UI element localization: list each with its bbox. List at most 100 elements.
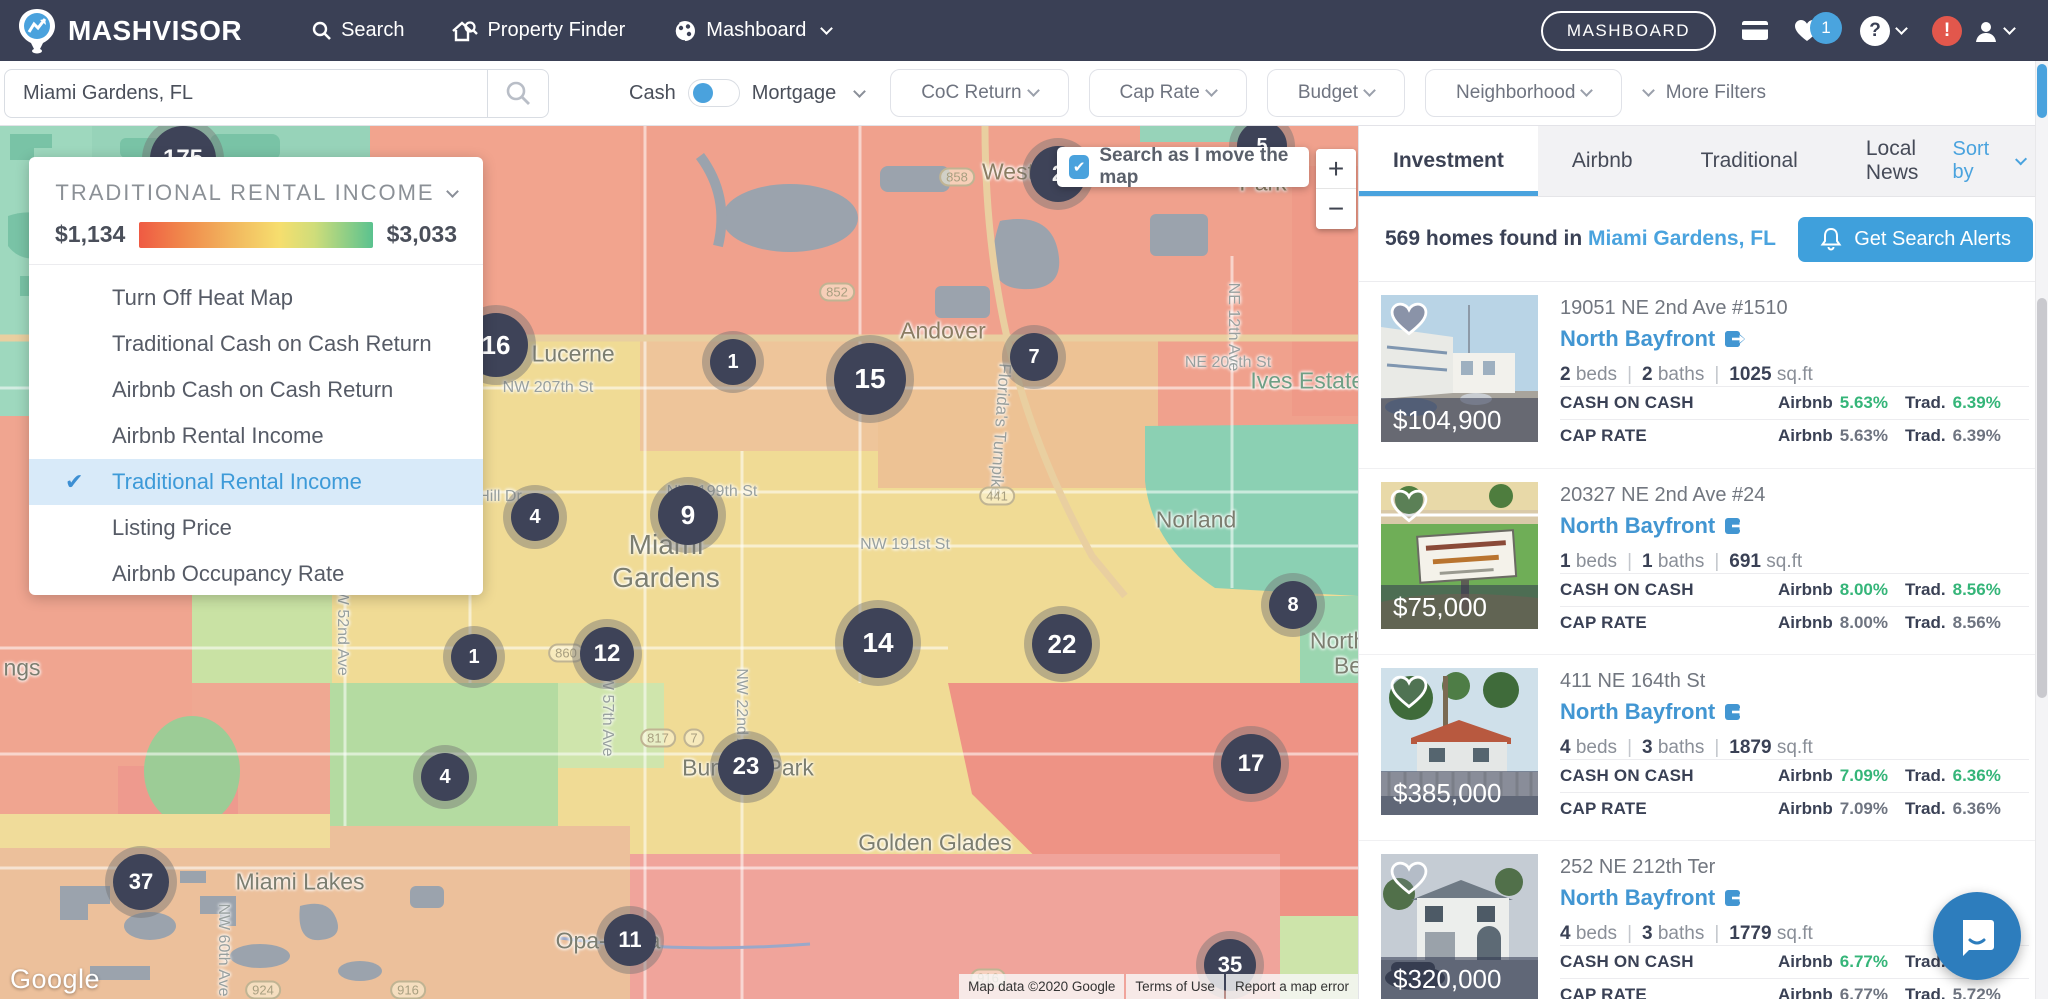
nav-mashboard[interactable]: Mashboard [673, 19, 831, 43]
heatmap-menu-item[interactable]: ✔ Airbnb Occupancy Rate [29, 551, 483, 595]
property-finder-icon [452, 20, 478, 42]
map-cluster-marker[interactable]: 1 [710, 339, 756, 385]
notification-alert-icon[interactable]: ! [1932, 16, 1962, 46]
listing-specs: 2 beds|2 baths|1025 sq.ft [1560, 364, 2029, 386]
external-link-icon[interactable] [1723, 329, 1745, 349]
map-cluster-marker[interactable]: 8 [1269, 581, 1317, 629]
map-attribution-link[interactable]: Terms of Use [1126, 974, 1224, 999]
search-as-move-checkbox[interactable]: ✔ Search as I move the map [1057, 147, 1309, 187]
cash-mortgage-toggle[interactable] [688, 79, 740, 107]
map-label: North [1310, 628, 1358, 655]
map-cluster-marker[interactable]: 37 [113, 854, 169, 910]
map-cluster-marker[interactable]: 22 [1032, 614, 1092, 674]
map-cluster-marker[interactable]: 9 [658, 485, 718, 545]
heatmap-menu-item[interactable]: ✔ Listing Price [29, 505, 483, 551]
billing-card-icon[interactable] [1742, 21, 1768, 40]
zoom-in-button[interactable]: + [1316, 149, 1356, 189]
toggle-knob [693, 83, 713, 103]
map-label: 916 [390, 981, 426, 999]
chevron-down-icon [1581, 85, 1594, 98]
brand-logo[interactable]: MASHVISOR [0, 7, 242, 55]
chat-widget-button[interactable] [1933, 892, 2021, 980]
listing-card[interactable]: $75,000 20327 NE 2nd Ave #24 North Bayfr… [1359, 468, 2048, 654]
cap-airbnb-value: 7.09% [1840, 799, 1888, 819]
map-cluster-marker[interactable]: 17 [1221, 734, 1281, 794]
map-label: 7 [683, 729, 704, 748]
panel-tab[interactable]: Local News [1832, 126, 1953, 196]
nav-search[interactable]: Search [312, 19, 404, 42]
listing-price: $385,000 [1381, 771, 1538, 815]
heatmap-menu-item-label: Airbnb Occupancy Rate [112, 561, 344, 587]
filter-dropdown-button[interactable]: Cap Rate [1089, 69, 1247, 117]
heatmap-menu-item[interactable]: ✔ Traditional Cash on Cash Return [29, 321, 483, 367]
heatmap-menu-item[interactable]: ✔ Airbnb Cash on Cash Return [29, 367, 483, 413]
neighborhood-link[interactable]: North Bayfront [1560, 326, 1715, 352]
more-filters-button[interactable]: More Filters [1644, 82, 1766, 104]
zoom-out-button[interactable]: − [1316, 189, 1356, 229]
map-cluster-marker[interactable]: 4 [511, 493, 559, 541]
filter-dropdown-button[interactable]: Neighborhood [1425, 69, 1622, 117]
panel-tabs: Investment Airbnb Traditional Local News [1359, 126, 1952, 196]
heatmap-menu-item[interactable]: ✔ Traditional Rental Income [29, 459, 483, 505]
nav-property-finder[interactable]: Property Finder [452, 19, 625, 42]
help-icon[interactable]: ? [1860, 16, 1906, 46]
map-cluster-marker[interactable]: 4 [421, 753, 469, 801]
map-cluster-marker[interactable]: 15 [834, 343, 906, 415]
panel-tab[interactable]: Airbnb [1538, 126, 1667, 196]
heatmap-menu-item[interactable]: ✔ Airbnb Rental Income [29, 413, 483, 459]
location-search-input[interactable] [5, 70, 487, 117]
user-icon [1974, 19, 1998, 43]
navbar-actions: MASHBOARD 1 ? ! [1541, 11, 2048, 51]
external-link-icon[interactable] [1723, 888, 1745, 908]
heatmap-menu-item[interactable]: ✔ Turn Off Heat Map [29, 275, 483, 321]
map-label: 852 [819, 283, 855, 302]
listing-cards: $104,900 19051 NE 2nd Ave #1510 North Ba… [1359, 282, 2048, 999]
chevron-down-icon [2003, 22, 2016, 35]
results-location-link[interactable]: Miami Gardens, FL [1588, 227, 1776, 250]
user-account-menu[interactable] [1974, 19, 2014, 43]
mashboard-button[interactable]: MASHBOARD [1541, 11, 1716, 51]
heatmap-menu-item-label: Airbnb Cash on Cash Return [112, 377, 393, 403]
neighborhood-link[interactable]: North Bayfront [1560, 513, 1715, 539]
nav-property-finder-label: Property Finder [487, 19, 625, 42]
map-cluster-marker[interactable]: 23 [718, 739, 774, 795]
heatmap-menu-item-label: Traditional Cash on Cash Return [112, 331, 432, 357]
filter-dropdown-button[interactable]: Budget [1267, 69, 1405, 117]
cap-rate-row: CAP RATE Airbnb8.00% Trad.8.56% [1560, 606, 2029, 639]
page-scrollbar-thumb[interactable] [2037, 64, 2047, 118]
panel-tab[interactable]: Traditional [1667, 126, 1832, 196]
map-cluster-marker[interactable]: 11 [604, 914, 656, 966]
map-attribution-link[interactable]: Map data ©2020 Google [959, 974, 1124, 999]
external-link-icon[interactable] [1723, 702, 1745, 722]
get-search-alerts-button[interactable]: Get Search Alerts [1798, 217, 2033, 262]
neighborhood-link[interactable]: North Bayfront [1560, 885, 1715, 911]
results-count: 569 homes found in Miami Gardens, FL [1385, 227, 1776, 251]
map-cluster-marker[interactable]: 7 [1010, 333, 1058, 381]
neighborhood-link[interactable]: North Bayfront [1560, 699, 1715, 725]
search-submit-button[interactable] [488, 80, 548, 106]
main-nav: Search Property Finder [312, 19, 831, 43]
map-label: 924 [245, 981, 281, 999]
map-label: NW 191st St [860, 536, 950, 554]
external-link-icon[interactable] [1723, 516, 1745, 536]
favorites-count-badge: 1 [1810, 12, 1842, 44]
mortgage-label: Mortgage [752, 82, 837, 105]
map-cluster-marker[interactable]: 12 [580, 627, 634, 681]
chevron-down-icon [1895, 22, 1908, 35]
heatmap-metric-selector[interactable]: TRADITIONAL RENTAL INCOME [29, 157, 483, 215]
listing-details: 411 NE 164th St North Bayfront 4 beds|3 … [1560, 668, 2029, 840]
tab-label: Traditional [1701, 149, 1798, 173]
map-attribution-link[interactable]: Report a map error [1226, 974, 1358, 999]
map-cluster-marker[interactable]: 1 [451, 634, 497, 680]
panel-tab[interactable]: Investment [1359, 126, 1538, 196]
favorites-heart-icon[interactable]: 1 [1794, 19, 1820, 42]
map[interactable]: West Park Andover Lake Lucerne Ives Esta… [0, 126, 1358, 999]
map-label: NW 60th Ave [214, 903, 232, 996]
cap-trad-value: 8.56% [1953, 613, 2001, 633]
filter-dropdown-button[interactable]: CoC Return [890, 69, 1068, 117]
panel-scrollbar-thumb[interactable] [2037, 298, 2047, 698]
listing-card[interactable]: $385,000 411 NE 164th St North Bayfront … [1359, 654, 2048, 840]
map-cluster-marker[interactable]: 14 [843, 608, 913, 678]
listing-card[interactable]: $104,900 19051 NE 2nd Ave #1510 North Ba… [1359, 282, 2048, 468]
sort-by-dropdown[interactable]: Sort by [1952, 126, 2048, 196]
